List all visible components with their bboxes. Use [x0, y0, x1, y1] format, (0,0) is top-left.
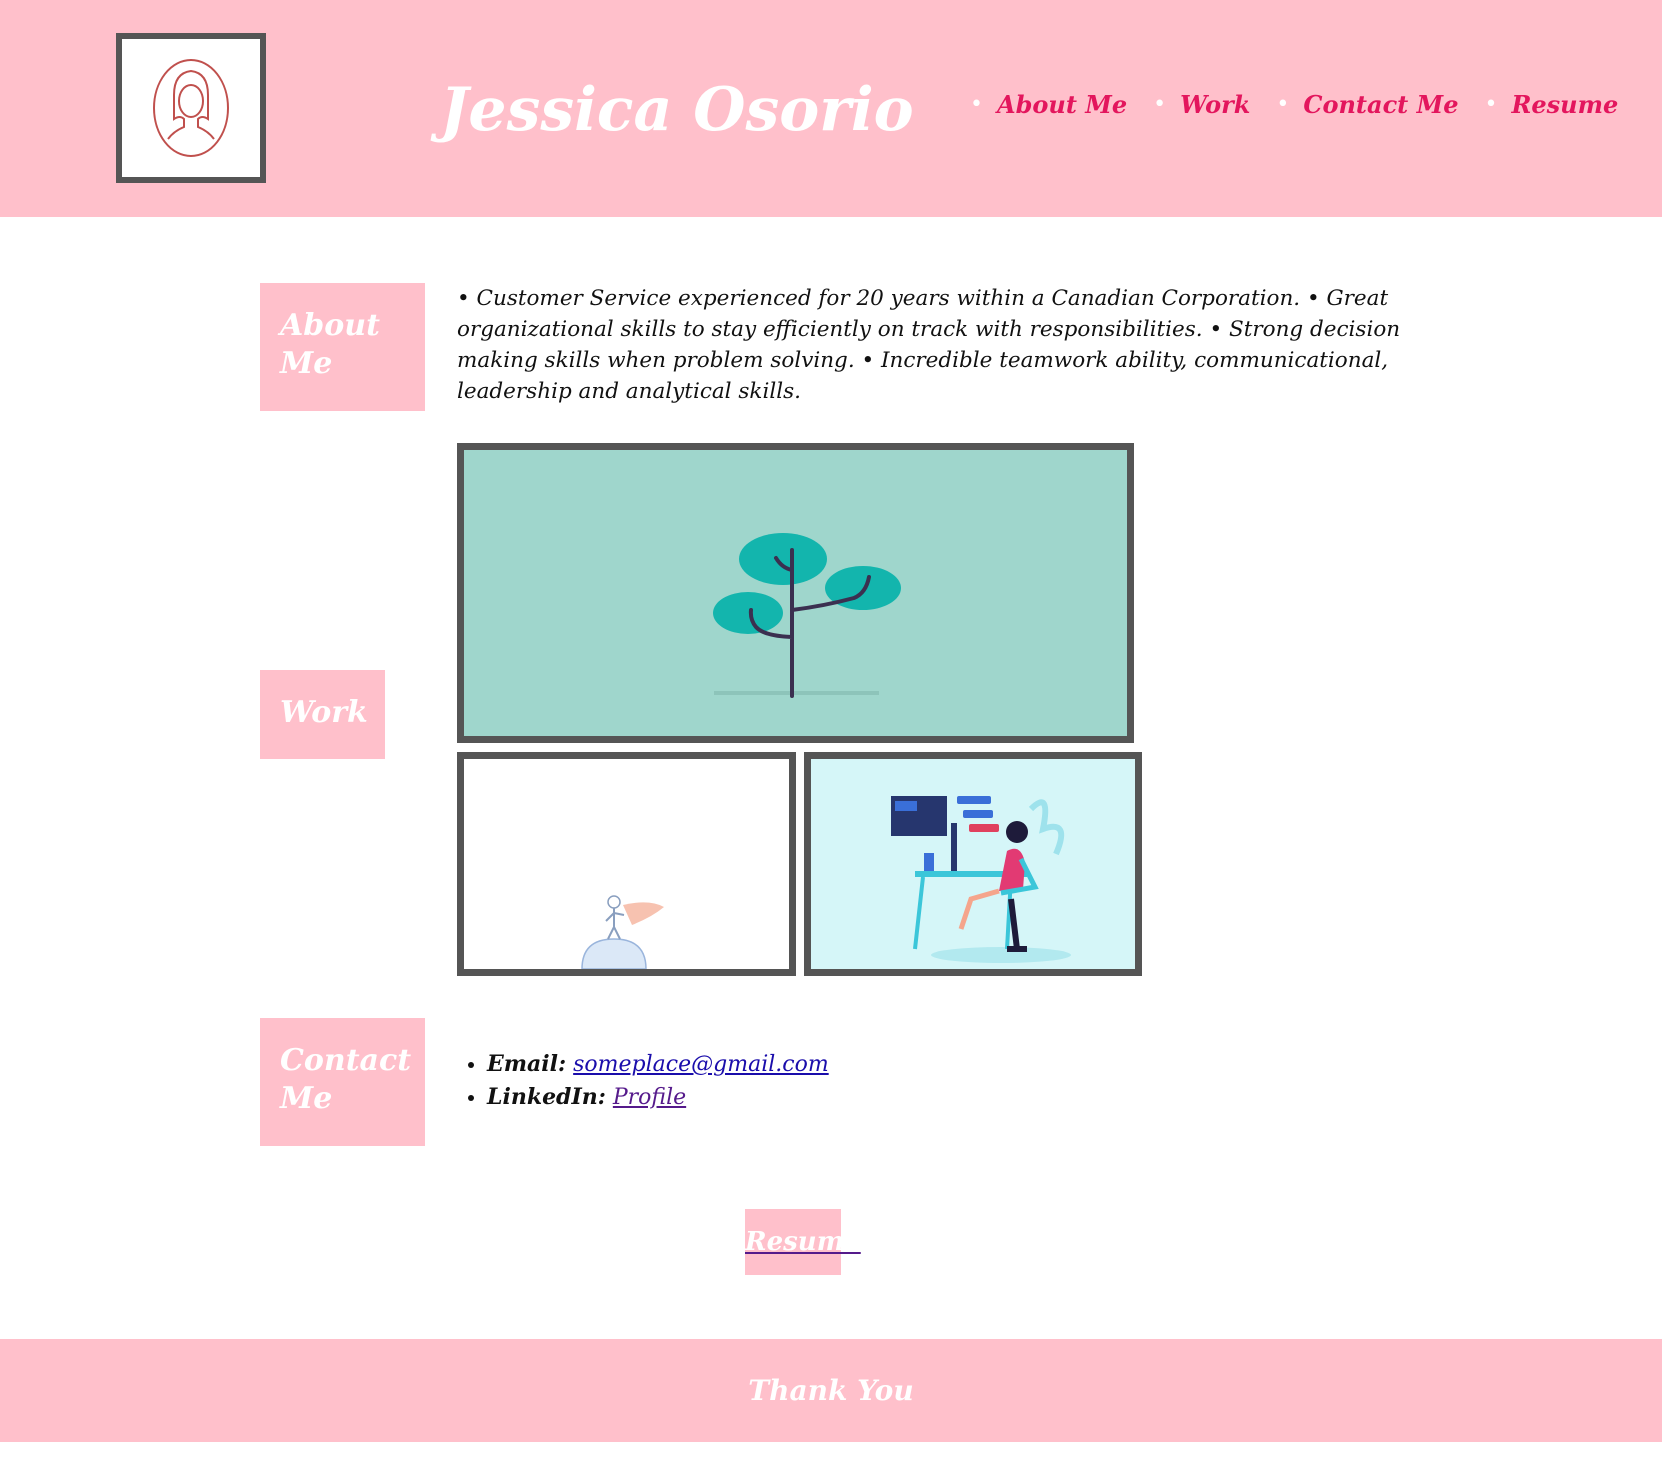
work-image-workspace[interactable]: [804, 752, 1142, 976]
site-header: Jessica Osorio • About Me • Work • Contact …: [0, 0, 1662, 217]
woman-at-computer-illustration: [891, 796, 1071, 963]
bullet-icon: •: [1484, 92, 1498, 117]
nav-item-about: • About Me: [970, 90, 1127, 119]
nav-link-work[interactable]: Work: [1180, 90, 1250, 119]
work-image-hero[interactable]: [457, 752, 796, 976]
site-title: Jessica Osorio: [440, 75, 914, 145]
about-section-label: About Me: [260, 283, 425, 411]
nav-link-about[interactable]: About Me: [997, 90, 1127, 119]
contact-list: Email: someplace@gmail.com LinkedIn: Pro…: [457, 1048, 829, 1114]
nav-item-contact: • Contact Me: [1276, 90, 1458, 119]
linkedin-label: LinkedIn:: [487, 1084, 606, 1110]
work-section-label: Work: [260, 670, 385, 759]
site-footer: Thank You: [0, 1339, 1662, 1442]
bullet-icon: •: [1153, 92, 1167, 117]
woman-portrait-icon: [153, 59, 229, 157]
contact-section-label: Contact Me: [260, 1018, 425, 1146]
email-label: Email:: [487, 1051, 567, 1077]
tree-illustration: [713, 533, 901, 698]
nav-item-resume: • Resume: [1484, 90, 1618, 119]
about-text: • Customer Service experienced for 20 ye…: [457, 286, 1401, 404]
contact-linkedin-item: LinkedIn: Profile: [487, 1081, 829, 1114]
nav-link-resume[interactable]: Resume: [1511, 90, 1618, 119]
linkedin-profile-link[interactable]: Profile: [613, 1085, 686, 1110]
email-link[interactable]: someplace@gmail.com: [573, 1052, 829, 1077]
resume-button[interactable]: Resume: [745, 1209, 861, 1275]
bullet-icon: •: [970, 92, 983, 117]
bullet-icon: •: [1276, 92, 1290, 117]
nav-link-contact[interactable]: Contact Me: [1303, 90, 1458, 119]
contact-email-item: Email: someplace@gmail.com: [487, 1048, 829, 1081]
superhero-globe-illustration: [581, 895, 664, 969]
footer-text: Thank You: [748, 1374, 914, 1407]
main-nav: • About Me • Work • Contact Me • Resume: [970, 90, 1644, 119]
work-image-tree[interactable]: [457, 443, 1134, 743]
nav-item-work: • Work: [1153, 90, 1250, 119]
logo[interactable]: [116, 33, 266, 183]
